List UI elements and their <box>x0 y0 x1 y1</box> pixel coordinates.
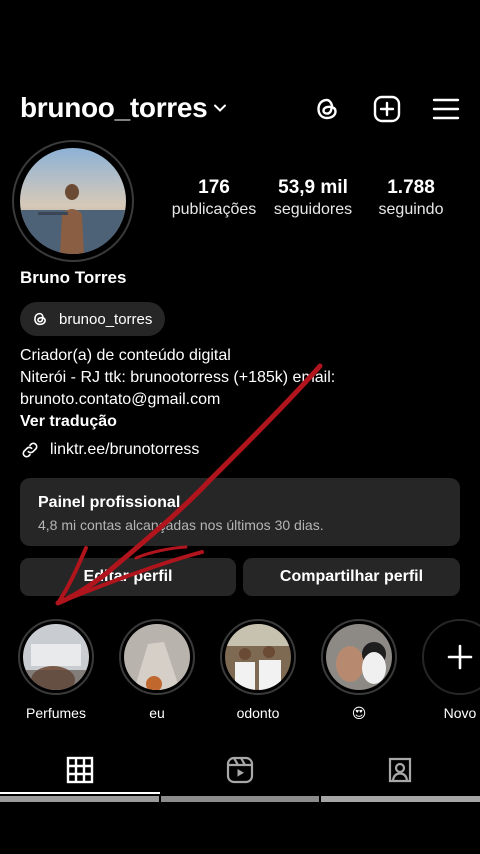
share-profile-button[interactable]: Compartilhar perfil <box>243 558 460 596</box>
bio: Criador(a) de conteúdo digital Niterói -… <box>20 345 470 433</box>
new-highlight-button[interactable]: Novo <box>420 619 480 721</box>
threads-icon <box>34 312 46 326</box>
professional-dashboard[interactable]: Painel profissional 4,8 mi contas alcanç… <box>20 478 460 546</box>
stat-following-label: seguindo <box>378 201 444 218</box>
highlight-thumbnail <box>124 624 190 690</box>
stat-followers-value: 53,9 mil <box>278 177 348 198</box>
bio-email[interactable]: brunoto.contato@gmail.com <box>20 389 470 411</box>
profile-name: Bruno Torres <box>20 268 127 287</box>
tab-grid[interactable] <box>0 752 160 788</box>
highlight-ring <box>119 619 195 695</box>
threads-badge[interactable]: brunoo_torres <box>20 302 166 336</box>
stat-posts[interactable]: 176 publicações <box>168 177 260 221</box>
profile-avatar[interactable] <box>12 140 134 262</box>
grid-icon <box>66 756 94 784</box>
panel-subtitle: 4,8 mi contas alcançadas nos últimos 30 … <box>38 517 324 533</box>
highlight-ring <box>422 619 480 695</box>
stat-posts-value: 176 <box>198 177 230 198</box>
highlight-eu[interactable]: eu <box>117 619 197 721</box>
active-tab-indicator <box>0 792 160 794</box>
highlight-label: odonto <box>236 705 280 721</box>
stat-followers[interactable]: 53,9 mil seguidores <box>266 177 360 221</box>
threads-handle: brunoo_torres <box>59 310 153 328</box>
highlight-emoji[interactable]: 😍 <box>319 619 399 722</box>
chevron-down-icon <box>214 104 227 112</box>
see-translation-link[interactable]: Ver tradução <box>20 411 470 433</box>
highlight-ring <box>18 619 94 695</box>
tagged-icon <box>388 757 412 783</box>
panel-title: Painel profissional <box>38 494 181 511</box>
highlight-ring <box>321 619 397 695</box>
highlight-odonto[interactable]: odonto <box>218 619 298 721</box>
reels-icon <box>226 756 254 784</box>
stat-following[interactable]: 1.788 seguindo <box>370 177 452 221</box>
bio-category: Criador(a) de conteúdo digital <box>20 347 231 364</box>
stat-posts-label: publicações <box>171 201 257 218</box>
highlight-thumbnail <box>225 624 291 690</box>
profile-link-text: linktr.ee/brunotorress <box>50 441 200 458</box>
threads-icon[interactable] <box>312 94 342 124</box>
plus-icon <box>447 644 473 670</box>
highlight-label: Perfumes <box>26 705 86 721</box>
profile-link[interactable]: linktr.ee/brunotorress <box>20 440 199 460</box>
grid-post-thumbnail[interactable] <box>0 796 159 802</box>
username-label: brunoo_torres <box>20 92 208 123</box>
tab-tagged[interactable] <box>320 752 480 788</box>
highlight-thumbnail <box>326 624 392 690</box>
highlight-label: eu <box>149 705 165 721</box>
highlight-perfumes[interactable]: Perfumes <box>16 619 96 721</box>
stat-following-value: 1.788 <box>387 177 435 198</box>
edit-profile-button[interactable]: Editar perfil <box>20 558 236 596</box>
avatar-photo <box>20 148 126 254</box>
grid-post-thumbnail[interactable] <box>161 796 319 802</box>
highlight-label: Novo <box>443 705 477 721</box>
username-dropdown[interactable]: brunoo_torres <box>20 92 227 124</box>
highlight-ring <box>220 619 296 695</box>
tab-reels[interactable] <box>160 752 320 788</box>
highlight-label: 😍 <box>351 705 367 721</box>
new-post-icon[interactable] <box>372 94 402 124</box>
grid-post-thumbnail[interactable] <box>321 796 480 802</box>
link-icon <box>22 442 38 458</box>
highlight-thumbnail <box>23 624 89 690</box>
stat-followers-label: seguidores <box>273 201 353 218</box>
menu-icon[interactable] <box>431 94 461 124</box>
bio-line: Niterói - RJ ttk: brunootorress (+185k) … <box>20 369 336 386</box>
